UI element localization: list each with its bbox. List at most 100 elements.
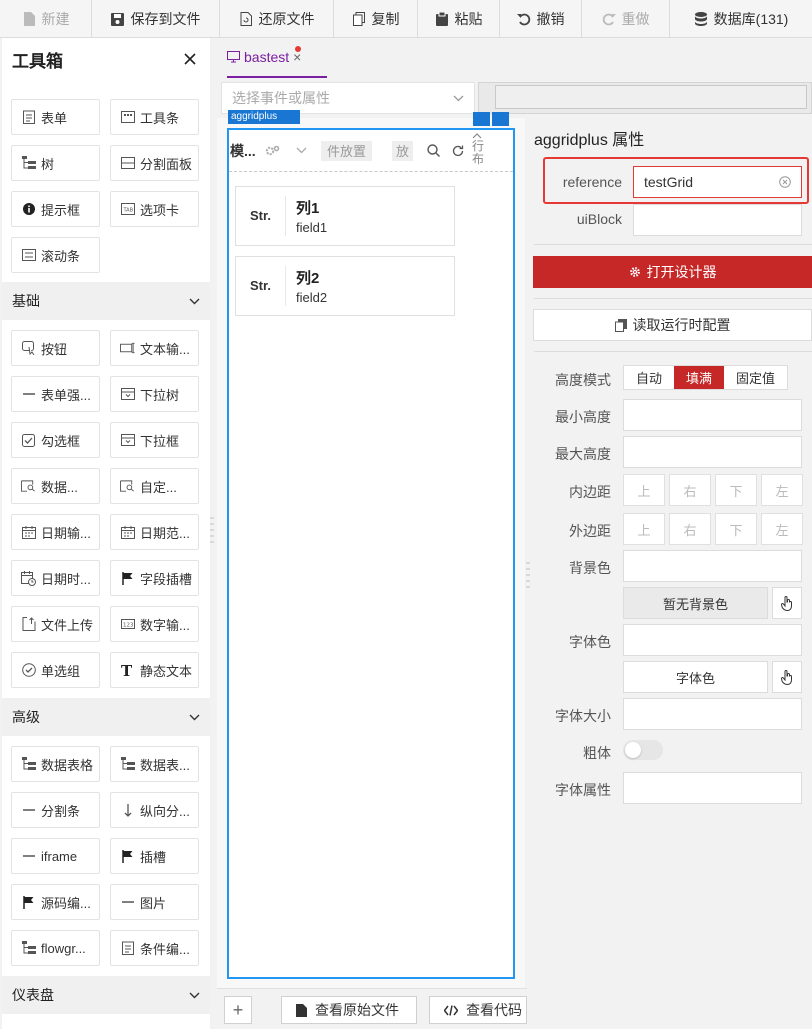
toolbox-item-datetime[interactable]: 日期时... [11,560,100,596]
view-source-button[interactable]: 查看原始文件 [281,996,417,1024]
column-card[interactable]: Str. 列2 field2 [235,256,455,316]
toolbox-item-form-enhance[interactable]: 表单强... [11,376,100,412]
aggridplus-component[interactable]: 模... 件放置 放 行布 Str. 列1 field1 Str. 列2 fie… [227,128,515,979]
open-designer-button[interactable]: 打开设计器 [533,256,812,288]
toolbox-item-toolbar[interactable]: 工具条 [110,99,199,135]
max-height-input[interactable] [623,436,802,468]
view-code-button[interactable]: 查看代码 [429,996,527,1024]
toolbox-item-dropdown[interactable]: 下拉框 [110,422,199,458]
read-runtime-config-button[interactable]: 读取运行时配置 [533,309,812,341]
toolbox-item-divider[interactable]: 分割条 [11,792,100,828]
toolbox-item-custom-lookup[interactable]: 自定... [110,468,199,504]
padding-bottom-input[interactable]: 下 [715,474,757,506]
component-drop-placeholder-2[interactable]: 放 [392,140,414,161]
section-basic-header[interactable]: 基础 [2,282,210,320]
toolbox-item-data-lookup[interactable]: 数据... [11,468,100,504]
refresh-icon[interactable] [452,145,464,157]
close-icon[interactable] [180,49,200,69]
tab-bastest[interactable]: bastest × [227,38,327,78]
restore-file-button[interactable]: 还原文件 [220,0,334,38]
margin-bottom-input[interactable]: 下 [715,513,757,545]
height-mode-fill[interactable]: 填满 [674,366,725,389]
uiblock-input[interactable] [633,204,802,236]
new-button[interactable]: 新建 [0,0,92,38]
toolbox-item-tree[interactable]: 树 [11,145,100,181]
margin-right-input[interactable]: 右 [669,513,711,545]
bg-color-picker-button[interactable] [772,587,802,619]
toolbox-item-data-grid[interactable]: 数据表格 [11,746,100,782]
margin-left-input[interactable]: 左 [761,513,803,545]
toolbox-item-vertical-split[interactable]: 纵向分... [110,792,199,828]
toolbox-item-label: 纵向分... [140,803,190,819]
height-mode-fixed[interactable]: 固定值 [724,366,787,389]
grid-toolbar: 模... 件放置 放 行布 [229,130,513,172]
gears-icon[interactable] [265,145,280,157]
component-drop-placeholder[interactable]: 件放置 [321,140,373,161]
height-mode-auto[interactable]: 自动 [624,366,674,389]
database-button[interactable]: 数据库(131) [670,0,812,38]
toolbox-item-checkbox[interactable]: 勾选框 [11,422,100,458]
padding-left-input[interactable]: 左 [761,474,803,506]
toolbox-item-iframe[interactable]: iframe [11,838,100,874]
toolbox-item-scrollbar[interactable]: 滚动条 [11,237,100,273]
toolbox-item-text-input[interactable]: 文本输... [110,330,199,366]
toolbox-item-form[interactable]: 表单 [11,99,100,135]
toolbox-item-number-input[interactable]: 123 数字输... [110,606,199,642]
bg-color-input[interactable] [623,550,802,582]
toolbox-item-flowgraph[interactable]: flowgr... [11,930,100,966]
toolbox-item-tabs[interactable]: TAB 选项卡 [110,191,199,227]
copy-button[interactable]: 复制 [334,0,418,38]
padding-right-input[interactable]: 右 [669,474,711,506]
reference-input[interactable]: testGrid [633,166,802,198]
toolbox-item-label: 分割面板 [140,156,193,172]
toolbox-item-file-upload[interactable]: 文件上传 [11,606,100,642]
padding-top-input[interactable]: 上 [623,474,665,506]
clear-circle-icon[interactable] [779,176,791,188]
font-color-input[interactable] [623,624,802,656]
column-type-badge: Str. [236,266,286,306]
toolbox-item-code-editor[interactable]: 源码编... [11,884,100,920]
min-height-input[interactable] [623,399,802,431]
toolbox-item-condition-editor[interactable]: 条件编... [110,930,199,966]
toolbox-item-dropdown-tree[interactable]: 下拉树 [110,376,199,412]
toolbox-item-static-text[interactable]: T 静态文本 [110,652,199,688]
search-icon[interactable] [427,144,441,157]
bold-toggle[interactable] [623,740,663,760]
add-page-button[interactable]: + [224,996,252,1024]
toolbox-item-date-input[interactable]: 日期输... [11,514,100,550]
font-size-input[interactable] [623,698,802,730]
toolbox-item-tooltip[interactable]: 提示框 [11,191,100,227]
bg-color-swatch[interactable]: 暂无背景色 [623,587,768,619]
delete-component-icon[interactable] [492,112,509,126]
chevron-down-icon[interactable] [296,147,307,154]
toolbox-item-label: 工具条 [140,110,180,126]
undo-button[interactable]: 撤销 [500,0,582,38]
paste-button[interactable]: 粘贴 [418,0,500,38]
save-to-file-button[interactable]: 保存到文件 [92,0,220,38]
toolbox-item-image[interactable]: 图片 [110,884,199,920]
toolbox-item-radio-group[interactable]: 单选组 [11,652,100,688]
font-attr-input[interactable] [623,772,802,804]
calendar-icon [21,525,36,540]
toolbox-item-slot[interactable]: 插槽 [110,838,199,874]
font-color-swatch[interactable]: 字体色 [623,661,768,693]
toolbox-item-field-slot[interactable]: 字段插槽 [110,560,199,596]
toolbox-item-data-grid-2[interactable]: 数据表... [110,746,199,782]
copy-component-icon[interactable] [473,112,490,126]
read-runtime-config-label: 读取运行时配置 [632,317,731,333]
toolbox-item-label: 按钮 [41,341,68,357]
redo-button[interactable]: 重做 [582,0,670,38]
toolbox-item-label: 数字输... [140,617,190,633]
tabs-icon: TAB [120,202,135,217]
left-splitter-handle[interactable] [210,515,214,549]
column-card[interactable]: Str. 列1 field1 [235,186,455,246]
section-advanced-header[interactable]: 高级 [2,698,210,736]
toolbox-item-split-panel[interactable]: 分割面板 [110,145,199,181]
toolbox-item-button[interactable]: 按钮 [11,330,100,366]
font-color-picker-button[interactable] [772,661,802,693]
event-value-input[interactable] [478,82,812,114]
dash-icon [21,387,36,402]
margin-top-input[interactable]: 上 [623,513,665,545]
toolbox-item-date-range[interactable]: 日期范... [110,514,199,550]
section-dashboard-header[interactable]: 仪表盘 [2,976,210,1014]
